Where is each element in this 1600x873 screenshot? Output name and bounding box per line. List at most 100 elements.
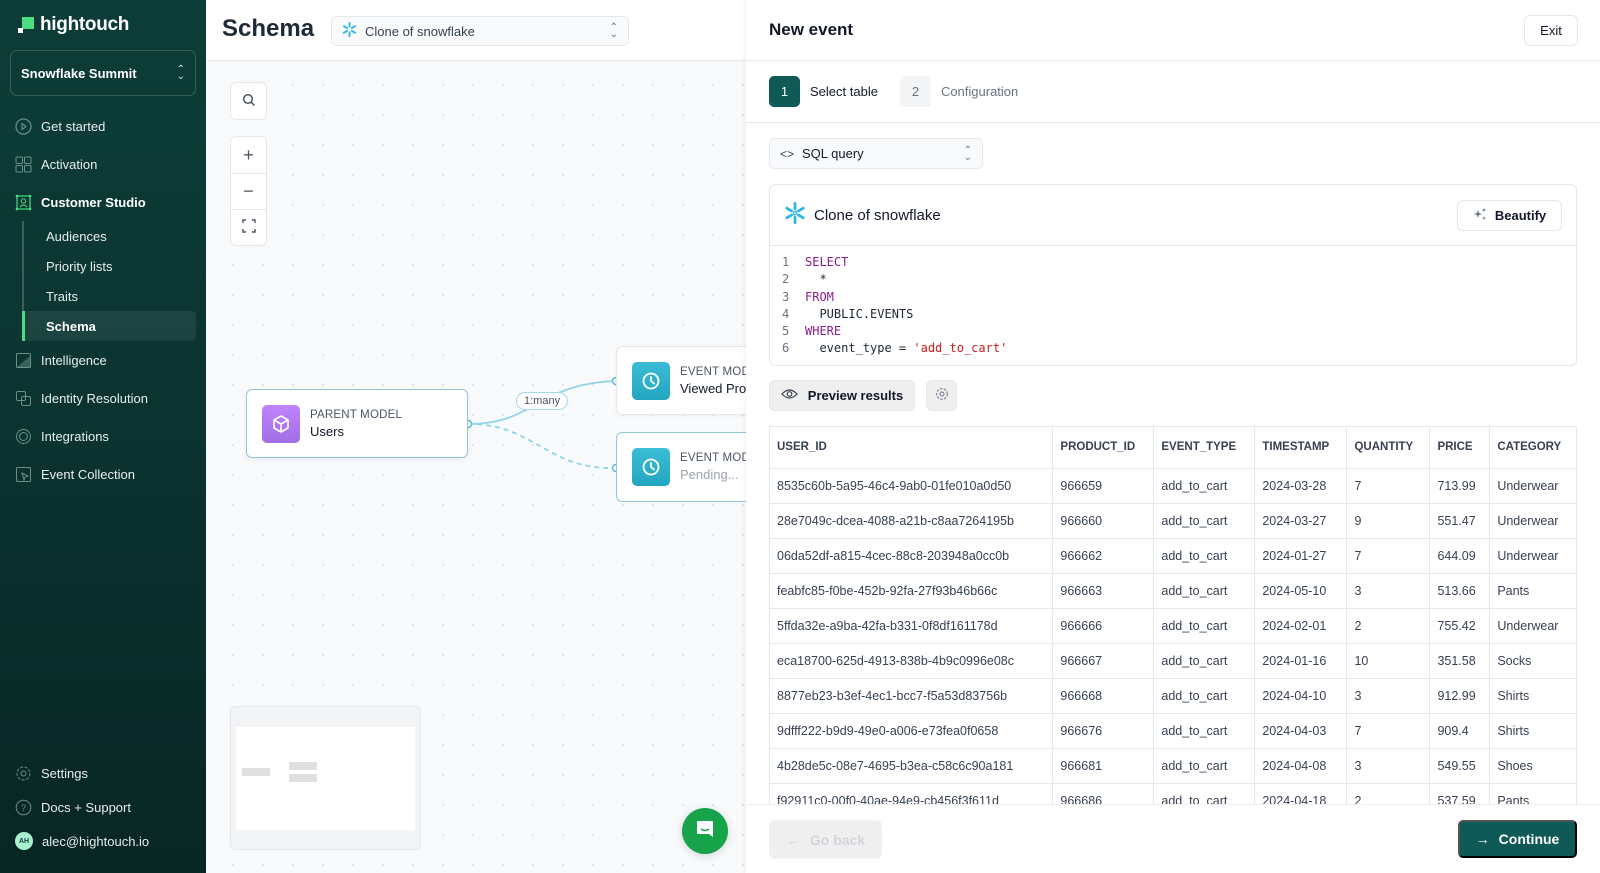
continue-button[interactable]: → Continue [1458, 820, 1577, 858]
sidebar-item-docs-support[interactable]: ? Docs + Support [0, 790, 206, 824]
hightouch-logo[interactable]: hightouch [18, 14, 129, 36]
column-header[interactable]: USER_ID [770, 427, 1054, 469]
fit-view-button[interactable] [231, 209, 266, 245]
sidebar-item-traits[interactable]: Traits [24, 281, 196, 311]
chevron-up-down-icon: ⌃ ⌄ [963, 144, 972, 163]
sidebar-item-label: Customer Studio [41, 194, 146, 210]
sidebar-item-label: Get started [41, 118, 106, 134]
table-cell: Underwear [1489, 538, 1576, 574]
node-type-label: EVENT MODEL [680, 452, 756, 464]
relationship-label[interactable]: 1:many [516, 392, 569, 410]
sidebar-item-identity-resolution[interactable]: Identity Resolution [0, 379, 206, 417]
eye-icon [780, 388, 798, 403]
step-1-number[interactable]: 1 [769, 76, 800, 107]
table-cell: 909.4 [1429, 713, 1491, 749]
schema-canvas[interactable]: Schema Clone of snowflake ⌃⌄ + − 1:many [206, 0, 756, 873]
column-header[interactable]: TIMESTAMP [1254, 427, 1348, 469]
table-row: 28e7049c-dcea-4088-a21b-c8aa7264195b 9666… [770, 503, 1576, 539]
sidebar-item-event-collection[interactable]: Event Collection [0, 455, 206, 493]
chevron-up-down-icon: ⌃ ⌄ [609, 22, 618, 40]
results-table[interactable]: USER_ID PRODUCT_ID EVENT_TYPE TIMESTAMP QUAN… [769, 426, 1577, 804]
search-button[interactable] [231, 83, 266, 119]
minimap-viewport[interactable] [236, 727, 415, 830]
source-selector[interactable]: Clone of snowflake ⌃ ⌄ [331, 16, 629, 46]
table-header-row: USER_ID PRODUCT_ID EVENT_TYPE TIMESTAMP QUAN… [770, 427, 1576, 469]
code-icon: <> [780, 146, 795, 161]
minimap[interactable] [230, 706, 421, 850]
line-number: 4 [782, 306, 790, 321]
zoom-out-button[interactable]: − [231, 173, 266, 209]
table-cell: add_to_cart [1153, 468, 1256, 504]
query-mode-select[interactable]: <> SQL query ⌃ ⌄ [769, 138, 983, 169]
brand-name: hightouch [40, 14, 130, 35]
table-cell: 549.55 [1429, 748, 1491, 784]
sidebar-bottom: Settings ? Docs + Support AH alec@highto… [0, 756, 206, 858]
help-circle-icon: ? [15, 799, 32, 816]
parent-model-node[interactable]: PARENT MODEL Users [246, 389, 468, 458]
table-cell: add_to_cart [1153, 538, 1256, 574]
line-number: 3 [782, 289, 790, 304]
table-cell: 513.66 [1429, 573, 1491, 609]
zoom-in-button[interactable]: + [231, 137, 266, 173]
panel-header: New event Exit [746, 0, 1600, 61]
sidebar-item-priority-lists[interactable]: Priority lists [24, 251, 196, 281]
table-body: 8535c60b-5a95-46c4-9ab0-01fe010a0d50 9666… [770, 468, 1576, 804]
fit-view-icon [241, 217, 256, 238]
step-2-number[interactable]: 2 [899, 76, 931, 107]
sidebar-item-activation[interactable]: Activation [0, 145, 206, 183]
workspace-selector[interactable]: Snowflake Summit ⌃ ⌄ [10, 50, 196, 96]
snowflake-icon [342, 22, 357, 40]
go-back-button[interactable]: ← Go back [769, 820, 882, 859]
table-cell: feabfc85-f0be-452b-92fa-27f93b46b66c [770, 573, 1054, 609]
sidebar-item-settings[interactable]: Settings [0, 756, 206, 790]
sidebar-item-label: Activation [41, 156, 98, 172]
sidebar-item-intelligence[interactable]: Intelligence [0, 341, 206, 379]
step-1-label[interactable]: Select table [810, 84, 878, 99]
table-row: 4b28de5c-08e7-4695-b3ea-c58c6c90a181 9666… [770, 748, 1576, 784]
table-cell: 4b28de5c-08e7-4695-b3ea-c58c6c90a181 [770, 748, 1054, 784]
code-line: 6 event_type = 'add_to_cart' [770, 340, 1576, 357]
minimap-node [289, 762, 317, 770]
table-cell: 966676 [1052, 713, 1155, 749]
column-header[interactable]: PRODUCT_ID [1052, 427, 1155, 469]
column-header[interactable]: QUANTITY [1346, 427, 1431, 469]
sidebar-item-integrations[interactable]: Integrations [0, 417, 206, 455]
table-cell: 3 [1346, 678, 1431, 714]
table-cell: 537.59 [1429, 783, 1491, 804]
search-control [230, 82, 267, 120]
table-cell: 2024-01-16 [1254, 643, 1348, 679]
customer-studio-icon [15, 194, 32, 211]
chat-support-button[interactable] [682, 808, 728, 854]
table-cell: 966668 [1052, 678, 1155, 714]
table-cell: 2024-03-28 [1254, 468, 1348, 504]
exit-button[interactable]: Exit [1524, 15, 1578, 46]
sidebar-item-audiences[interactable]: Audiences [24, 221, 196, 251]
sidebar-item-get-started[interactable]: Get started [0, 107, 206, 145]
svg-text:?: ? [21, 803, 26, 813]
preview-settings-button[interactable] [926, 380, 957, 411]
sidebar: hightouch Snowflake Summit ⌃ ⌄ Get starte… [0, 0, 206, 873]
column-header[interactable]: EVENT_TYPE [1153, 427, 1256, 469]
table-cell: 2024-02-01 [1254, 608, 1348, 644]
code-area[interactable]: 1 SELECT 2 * 3 FROM 4 PUBLIC.EVENTS 5 WHERE 6 ev… [770, 246, 1576, 358]
step-2-label[interactable]: Configuration [941, 84, 1018, 99]
table-cell: 06da52df-a815-4cec-88c8-203948a0cc0b [770, 538, 1054, 574]
table-cell: 966667 [1052, 643, 1155, 679]
user-menu[interactable]: AH alec@hightouch.io [0, 824, 206, 858]
event-model-node[interactable]: EVENT MODEL Viewed Product [616, 346, 756, 415]
preview-results-button[interactable]: Preview results [769, 380, 915, 411]
code-line: 2 * [770, 271, 1576, 288]
beautify-button[interactable]: Beautify [1457, 200, 1562, 231]
sidebar-item-label: Docs + Support [41, 799, 131, 815]
sidebar-item-customer-studio[interactable]: Customer Studio [0, 183, 206, 221]
table-cell: Underwear [1489, 468, 1576, 504]
column-header[interactable]: PRICE [1429, 427, 1491, 469]
node-name: Users [310, 423, 344, 439]
table-cell: 966663 [1052, 573, 1155, 609]
sidebar-item-schema[interactable]: Schema [22, 311, 196, 341]
event-model-node-pending[interactable]: EVENT MODEL Pending... [616, 432, 756, 502]
table-cell: 755.42 [1429, 608, 1491, 644]
plus-icon: + [243, 144, 254, 165]
table-cell: Pants [1489, 783, 1576, 804]
column-header[interactable]: CATEGORY [1489, 427, 1576, 469]
